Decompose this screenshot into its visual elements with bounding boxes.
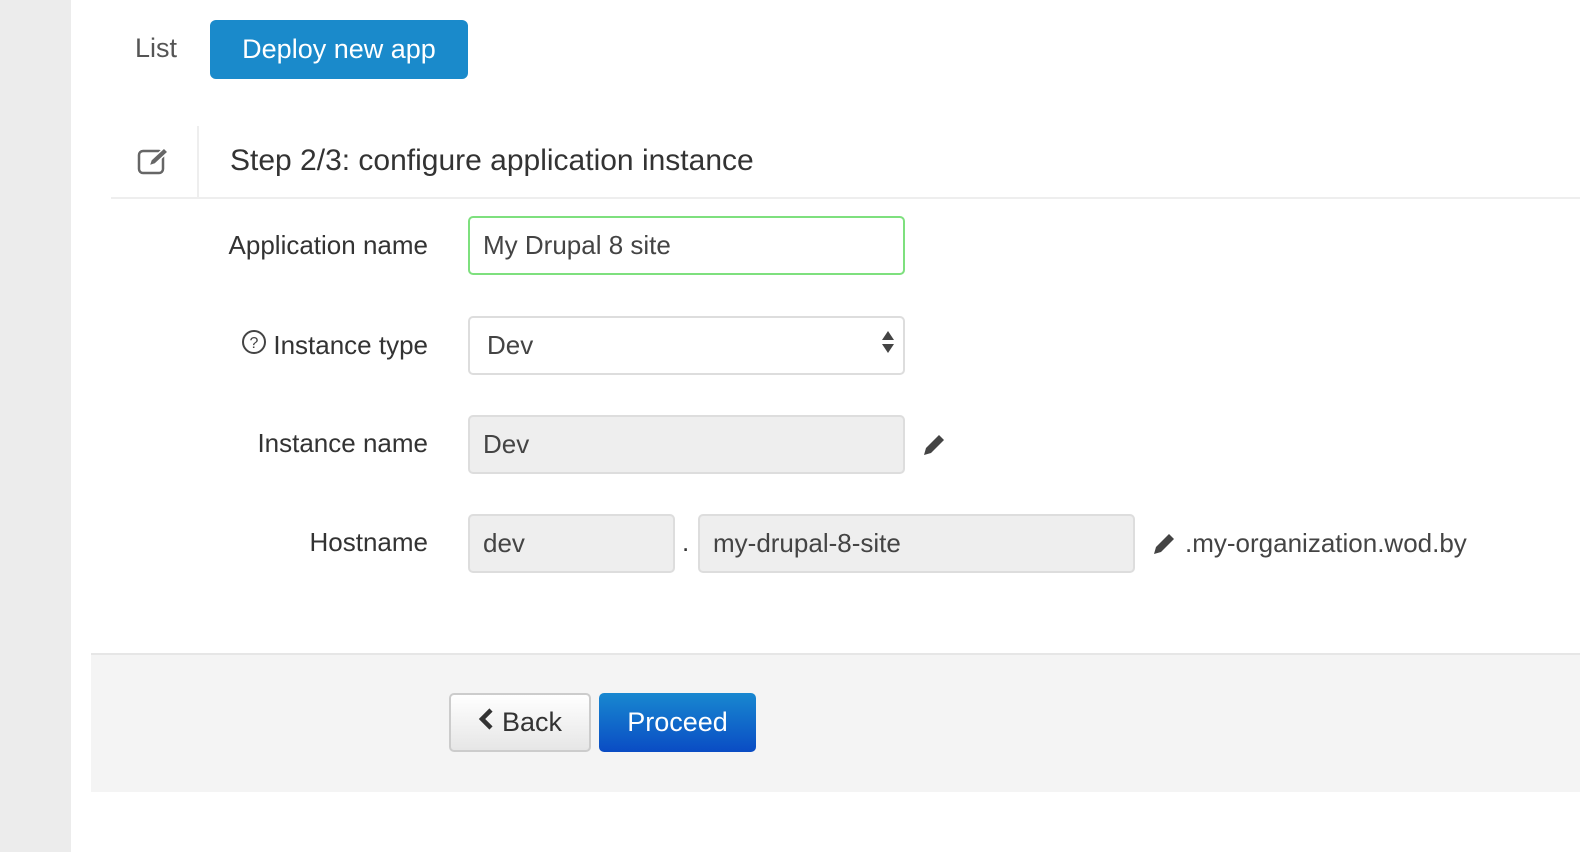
back-label: Back [501, 707, 563, 737]
deploy-new-app-tab[interactable]: Deploy new app [210, 20, 468, 79]
instance-type-label: ? Instance type [98, 329, 428, 362]
proceed-button[interactable]: Proceed [599, 693, 756, 752]
svg-text:?: ? [250, 335, 259, 352]
instance-type-value: Dev [487, 330, 534, 360]
hostname-label: Hostname [309, 527, 429, 557]
instance-type-select[interactable]: Dev [468, 316, 905, 375]
select-arrows-icon [881, 329, 895, 362]
app-name-label: Application name [228, 230, 428, 260]
form-footer [91, 653, 1580, 792]
pencil-icon[interactable] [1151, 531, 1177, 562]
edit-square-icon [137, 146, 171, 181]
instance-name-label: Instance name [257, 428, 428, 458]
hostname-separator: . [682, 527, 690, 557]
app-name-input[interactable]: My Drupal 8 site [468, 216, 905, 275]
hostname-suffix: .my-organization.wod.by [1185, 528, 1467, 558]
instance-type-label-text: Instance type [273, 330, 428, 360]
pencil-icon[interactable] [921, 432, 947, 463]
hostname-name-input[interactable]: my-drupal-8-site [698, 514, 1135, 573]
left-sidebar [0, 0, 71, 852]
step-title: Step 2/3: configure application instance [230, 144, 754, 177]
header-rule [111, 197, 1580, 199]
hostname-prefix-input[interactable]: dev [468, 514, 675, 573]
chevron-left-icon [478, 707, 494, 738]
list-link[interactable]: List [135, 33, 177, 64]
header-divider [197, 126, 199, 198]
instance-name-input[interactable]: Dev [468, 415, 905, 474]
help-icon[interactable]: ? [241, 329, 267, 362]
back-button[interactable]: Back [449, 693, 591, 752]
